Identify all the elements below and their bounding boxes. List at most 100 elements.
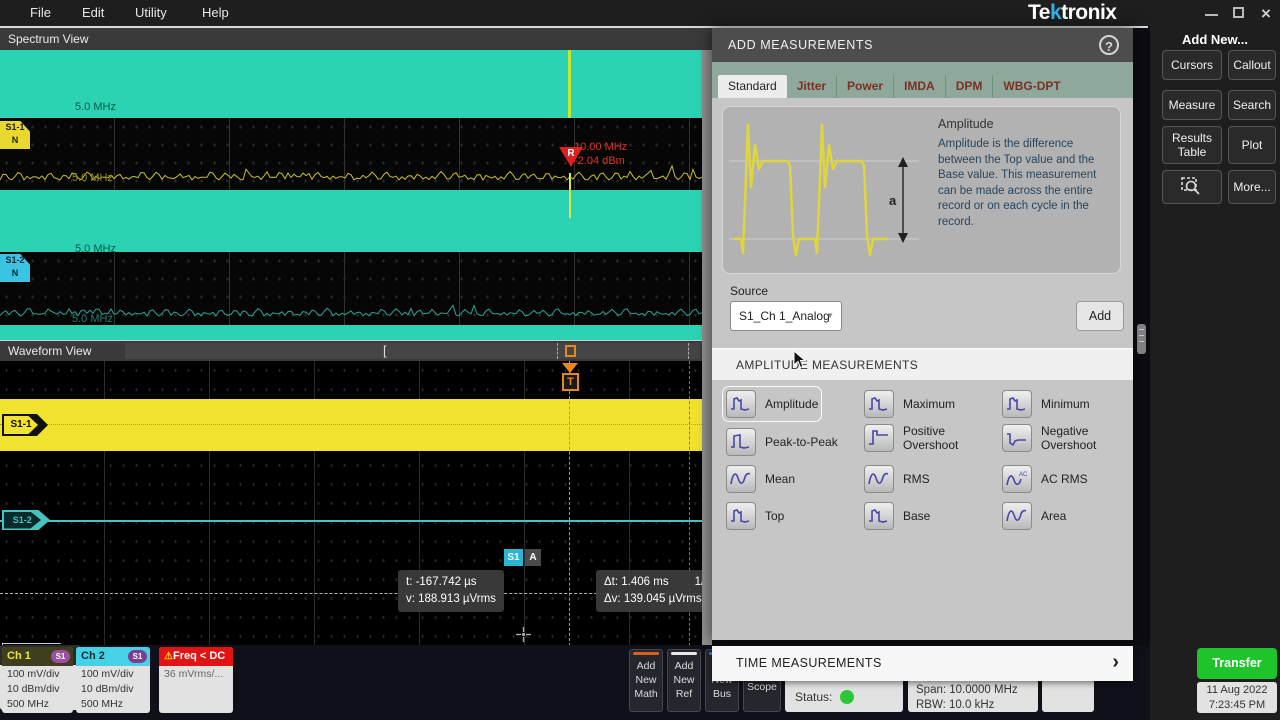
measure-button[interactable]: Measure: [1162, 90, 1222, 120]
measurement-mean[interactable]: Mean: [726, 465, 795, 493]
window-close-icon[interactable]: ×: [1261, 6, 1271, 21]
s1-pill: S1: [128, 650, 147, 663]
top-pulse-icon: [726, 502, 756, 530]
right-sidebar: Add New... Cursors Callout Measure Searc…: [1150, 26, 1280, 720]
minimap-trigger-icon[interactable]: [565, 345, 576, 357]
cursor-mode-badge[interactable]: A: [525, 549, 541, 566]
measurement-positive-overshoot[interactable]: Positive Overshoot: [864, 424, 985, 452]
measurement-negative-overshoot[interactable]: Negative Overshoot: [1002, 424, 1123, 452]
measurement-base[interactable]: Base: [864, 502, 930, 530]
svg-text:AC: AC: [1019, 472, 1028, 478]
menu-help[interactable]: Help: [202, 0, 229, 26]
transfer-button[interactable]: Transfer: [1197, 648, 1277, 679]
status-ok-icon: [840, 690, 854, 704]
freq-warning-badge[interactable]: ⚠Freq < DC 36 mVrms/...: [159, 647, 233, 713]
description-body: Amplitude is the difference between the …: [938, 137, 1116, 230]
measurement-top[interactable]: Top: [726, 502, 784, 530]
add-new-math-button[interactable]: Add New Math: [629, 649, 663, 712]
source-dropdown[interactable]: S1_Ch 1_Analog ▼: [730, 301, 842, 331]
cursor-readout-right: Δt: 1.406 ms1/Δt Δv: 139.045 µVrms: [596, 570, 712, 612]
trigger-marker[interactable]: T: [562, 373, 579, 391]
add-measurements-dialog: ADD MEASUREMENTS ? Standard Jitter Power…: [712, 28, 1133, 640]
warning-icon: ⚠: [164, 651, 173, 662]
cursors-button[interactable]: Cursors: [1162, 50, 1222, 80]
vertical-cursor-a[interactable]: [569, 361, 570, 645]
expand-chevron-icon: ›: [1112, 646, 1119, 679]
panel-resize-grip[interactable]: [1137, 324, 1146, 354]
measurement-amplitude[interactable]: Amplitude: [726, 390, 818, 418]
tab-power[interactable]: Power: [836, 75, 893, 98]
callout-button[interactable]: Callout: [1228, 50, 1276, 80]
positive-overshoot-icon: [864, 424, 894, 452]
minimap-bracket: [: [383, 343, 387, 359]
crosshair-icon: [516, 627, 531, 642]
window-minimize-icon[interactable]: [1205, 14, 1218, 16]
measurement-minimum[interactable]: Minimum: [1002, 390, 1090, 418]
mouse-cursor: [793, 350, 806, 369]
menu-file[interactable]: File: [30, 0, 51, 26]
cursor-readout-left: t: -167.742 µs v: 188.913 µVrms: [398, 570, 504, 612]
tab-dpm[interactable]: DPM: [945, 75, 993, 98]
more-button[interactable]: More...: [1228, 170, 1276, 204]
tektronix-logo: Tektronix: [1028, 1, 1116, 25]
trigger-arrow-icon: [562, 363, 578, 373]
amplitude-measurements-header: AMPLITUDE MEASUREMENTS: [712, 348, 1133, 380]
s1-pill: S1: [51, 650, 70, 663]
measurement-ac-rms[interactable]: AC AC RMS: [1002, 465, 1088, 493]
peak-to-peak-icon: [726, 428, 756, 456]
amplitude-pulse-icon: [726, 390, 756, 418]
ac-rms-sine-icon: AC: [1002, 465, 1032, 493]
channel-1-badge[interactable]: Ch 1 S1 100 mV/div 10 dBm/div 500 MHz: [2, 647, 73, 713]
waveform-view-panel[interactable]: Waveform View [ T S1-1 S1-2 S1 A t: -167…: [0, 340, 712, 645]
results-table-button[interactable]: Results Table: [1162, 126, 1222, 164]
span-label-1b: 5.0 MHz: [72, 172, 113, 184]
base-pulse-icon: [864, 502, 894, 530]
cursor-source-badge[interactable]: S1: [504, 549, 523, 566]
measurement-area[interactable]: Area: [1002, 502, 1066, 530]
tab-imda[interactable]: IMDA: [893, 75, 945, 98]
tab-jitter[interactable]: Jitter: [787, 75, 836, 98]
dialog-tabs: Standard Jitter Power IMDA DPM WBG-DPT: [712, 62, 1133, 98]
menu-utility[interactable]: Utility: [135, 0, 167, 26]
minimap-cursor-line[interactable]: [557, 343, 558, 359]
menu-edit[interactable]: Edit: [82, 0, 104, 26]
trace-s1-1: [0, 399, 712, 451]
window-restore-icon[interactable]: [1233, 7, 1244, 18]
zoom-overlay-button[interactable]: [1162, 170, 1222, 204]
tab-standard[interactable]: Standard: [718, 75, 787, 98]
minimap-cursor-line-2[interactable]: [688, 343, 689, 359]
panel-edge-scrollbar[interactable]: [702, 50, 712, 645]
magnifier-icon: [1181, 177, 1203, 197]
span-label-1: 5.0 MHz: [75, 101, 116, 113]
spectrum-view-panel[interactable]: Spectrum View 5.0 MHz S1-1 N R 10.00 MHz…: [0, 28, 712, 340]
search-button[interactable]: Search: [1228, 90, 1276, 120]
rf-center-line: [568, 50, 571, 118]
add-new-ref-button[interactable]: Add New Ref: [667, 649, 701, 712]
measurement-description-card: a Amplitude Amplitude is the difference …: [722, 106, 1121, 274]
help-icon[interactable]: ?: [1099, 35, 1119, 55]
channel-2-badge[interactable]: Ch 2 S1 100 mV/div 10 dBm/div 500 MHz: [76, 647, 150, 713]
svg-text:a: a: [889, 193, 897, 208]
signal-spike: [569, 173, 571, 218]
mean-sine-icon: [726, 465, 756, 493]
amplitude-illustration: a: [723, 107, 928, 267]
span-label-2: 5.0 MHz: [75, 243, 116, 255]
span-label-2b: 5.0 MHz: [72, 313, 113, 325]
datetime-display: 11 Aug 2022 7:23:45 PM: [1197, 682, 1277, 713]
measurement-maximum[interactable]: Maximum: [864, 390, 955, 418]
measurement-rms[interactable]: RMS: [864, 465, 930, 493]
time-measurements-section[interactable]: TIME MEASUREMENTS ›: [712, 646, 1133, 681]
tab-wbg-dpt[interactable]: WBG-DPT: [992, 75, 1070, 98]
waveform-plot-area[interactable]: T S1-1 S1-2 S1 A t: -167.742 µs v: 188.9…: [0, 361, 712, 645]
measurement-peak-to-peak[interactable]: Peak-to-Peak: [726, 428, 838, 456]
marker-frequency: 10.00 MHz: [574, 141, 627, 153]
oscilloscope-screen: File Edit Utility Help Tektronix × Spect…: [0, 0, 1280, 720]
add-new-title: Add New...: [1150, 32, 1280, 47]
negative-overshoot-icon: [1002, 424, 1032, 452]
plot-button[interactable]: Plot: [1228, 126, 1276, 164]
waveform-minimap[interactable]: [: [125, 343, 700, 359]
dialog-title: ADD MEASUREMENTS: [712, 28, 1133, 62]
minimum-pulse-icon: [1002, 390, 1032, 418]
trace-handle-s1-2[interactable]: S1-2: [2, 510, 50, 530]
add-measurement-button[interactable]: Add: [1076, 301, 1124, 331]
